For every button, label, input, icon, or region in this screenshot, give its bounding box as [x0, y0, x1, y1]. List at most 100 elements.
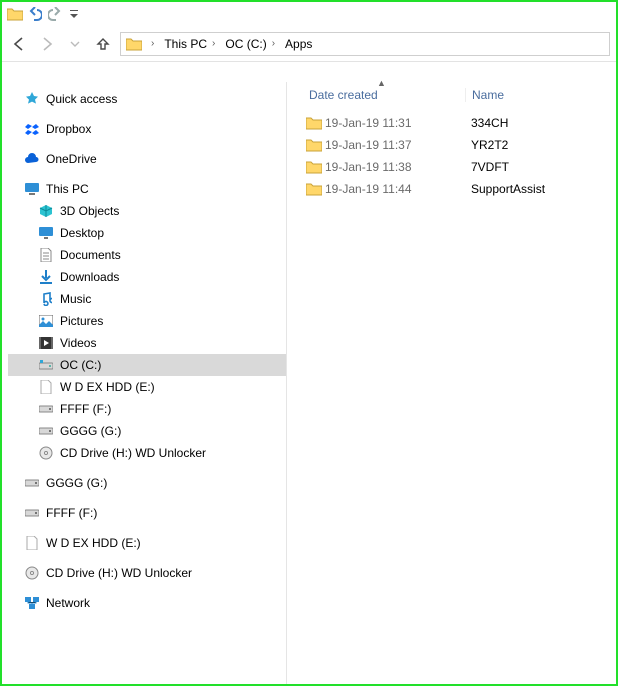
nav-label: OneDrive — [46, 152, 97, 166]
recent-dropdown-icon[interactable] — [64, 32, 86, 56]
nav-label: FFFF (F:) — [60, 402, 111, 416]
column-header-date[interactable]: Date created — [305, 88, 465, 102]
nav-label: CD Drive (H:) WD Unlocker — [46, 566, 192, 580]
nav-label: CD Drive (H:) WD Unlocker — [60, 446, 206, 460]
column-headers: ▲ Date created Name — [287, 82, 616, 108]
star-icon — [24, 91, 40, 107]
breadcrumb-segment[interactable]: Apps — [281, 35, 316, 53]
folder-icon — [305, 180, 323, 198]
forward-button[interactable] — [36, 32, 58, 56]
nav-label: Music — [60, 292, 91, 306]
nav-label: W D EX HDD (E:) — [60, 380, 155, 394]
qat-dropdown-icon[interactable] — [68, 8, 80, 20]
network-icon — [24, 595, 40, 611]
chevron-right-icon: › — [212, 38, 215, 49]
nav-network[interactable]: Network — [8, 592, 286, 614]
file-date: 19-Jan-19 11:37 — [325, 138, 465, 152]
folder-icon — [125, 35, 143, 53]
breadcrumb-label: OC (C:) — [225, 37, 266, 51]
nav-label: OC (C:) — [60, 358, 101, 372]
file-name: 334CH — [465, 116, 616, 130]
nav-label: GGGG (G:) — [46, 476, 107, 490]
nav-documents[interactable]: Documents — [8, 244, 286, 266]
nav-label: Quick access — [46, 92, 117, 106]
breadcrumb-label: This PC — [164, 37, 207, 51]
breadcrumb-segment[interactable]: OC (C:) › — [221, 35, 279, 53]
chevron-right-icon: › — [151, 38, 154, 49]
nav-videos[interactable]: Videos — [8, 332, 286, 354]
nav-label: W D EX HDD (E:) — [46, 536, 141, 550]
file-list-pane: ▲ Date created Name 19-Jan-19 11:31334CH… — [287, 82, 616, 684]
nav-quick-access[interactable]: Quick access — [8, 88, 286, 110]
file-name: SupportAssist — [465, 182, 616, 196]
disc-icon — [24, 565, 40, 581]
folder-icon — [305, 136, 323, 154]
nav-label: Desktop — [60, 226, 104, 240]
file-date: 19-Jan-19 11:31 — [325, 116, 465, 130]
drive-icon — [24, 475, 40, 491]
nav-drive-e2[interactable]: W D EX HDD (E:) — [8, 532, 286, 554]
navigation-pane: Quick access Dropbox OneDrive This PC 3D… — [2, 82, 287, 684]
nav-drive-f2[interactable]: FFFF (F:) — [8, 502, 286, 524]
file-row[interactable]: 19-Jan-19 11:31334CH — [287, 112, 616, 134]
nav-cd-h[interactable]: CD Drive (H:) WD Unlocker — [8, 442, 286, 464]
music-icon — [38, 291, 54, 307]
picture-icon — [38, 313, 54, 329]
column-header-name[interactable]: Name — [465, 88, 616, 102]
cube-icon — [38, 203, 54, 219]
file-row[interactable]: 19-Jan-19 11:37YR2T2 — [287, 134, 616, 156]
disc-icon — [38, 445, 54, 461]
undo-icon[interactable] — [26, 5, 44, 23]
nav-cd-h2[interactable]: CD Drive (H:) WD Unlocker — [8, 562, 286, 584]
nav-drive-g[interactable]: GGGG (G:) — [8, 420, 286, 442]
folder-icon — [305, 158, 323, 176]
nav-drive-g2[interactable]: GGGG (G:) — [8, 472, 286, 494]
nav-label: FFFF (F:) — [46, 506, 97, 520]
nav-desktop[interactable]: Desktop — [8, 222, 286, 244]
file-row[interactable]: 19-Jan-19 11:44SupportAssist — [287, 178, 616, 200]
file-date: 19-Jan-19 11:44 — [325, 182, 465, 196]
nav-music[interactable]: Music — [8, 288, 286, 310]
file-row[interactable]: 19-Jan-19 11:387VDFT — [287, 156, 616, 178]
redo-icon[interactable] — [46, 5, 64, 23]
file-date: 19-Jan-19 11:38 — [325, 160, 465, 174]
nav-this-pc[interactable]: This PC — [8, 178, 286, 200]
breadcrumb-label: Apps — [285, 37, 312, 51]
sort-ascending-icon: ▲ — [377, 78, 386, 88]
nav-drive-c[interactable]: OC (C:) — [8, 354, 286, 376]
drive-icon — [38, 357, 54, 373]
nav-label: Network — [46, 596, 90, 610]
nav-label: Dropbox — [46, 122, 91, 136]
desktop-icon — [38, 225, 54, 241]
disk-icon — [24, 535, 40, 551]
nav-pictures[interactable]: Pictures — [8, 310, 286, 332]
breadcrumb-segment[interactable]: This PC › — [160, 35, 219, 53]
drive-icon — [38, 423, 54, 439]
nav-label: Videos — [60, 336, 96, 350]
drive-icon — [38, 401, 54, 417]
back-button[interactable] — [8, 32, 30, 56]
breadcrumb[interactable]: › This PC › OC (C:) › Apps — [120, 32, 610, 56]
folder-icon — [6, 5, 24, 23]
document-icon — [38, 247, 54, 263]
nav-dropbox[interactable]: Dropbox — [8, 118, 286, 140]
nav-label: 3D Objects — [60, 204, 119, 218]
drive-icon — [24, 505, 40, 521]
nav-label: Downloads — [60, 270, 119, 284]
file-name: 7VDFT — [465, 160, 616, 174]
quick-access-toolbar — [2, 2, 616, 26]
file-name: YR2T2 — [465, 138, 616, 152]
download-icon — [38, 269, 54, 285]
nav-downloads[interactable]: Downloads — [8, 266, 286, 288]
nav-3d-objects[interactable]: 3D Objects — [8, 200, 286, 222]
nav-drive-f[interactable]: FFFF (F:) — [8, 398, 286, 420]
breadcrumb-segment[interactable]: › — [145, 36, 158, 51]
up-button[interactable] — [92, 32, 114, 56]
nav-label: Pictures — [60, 314, 103, 328]
disk-icon — [38, 379, 54, 395]
chevron-right-icon: › — [272, 38, 275, 49]
dropbox-icon — [24, 121, 40, 137]
nav-drive-e[interactable]: W D EX HDD (E:) — [8, 376, 286, 398]
nav-onedrive[interactable]: OneDrive — [8, 148, 286, 170]
pc-icon — [24, 181, 40, 197]
